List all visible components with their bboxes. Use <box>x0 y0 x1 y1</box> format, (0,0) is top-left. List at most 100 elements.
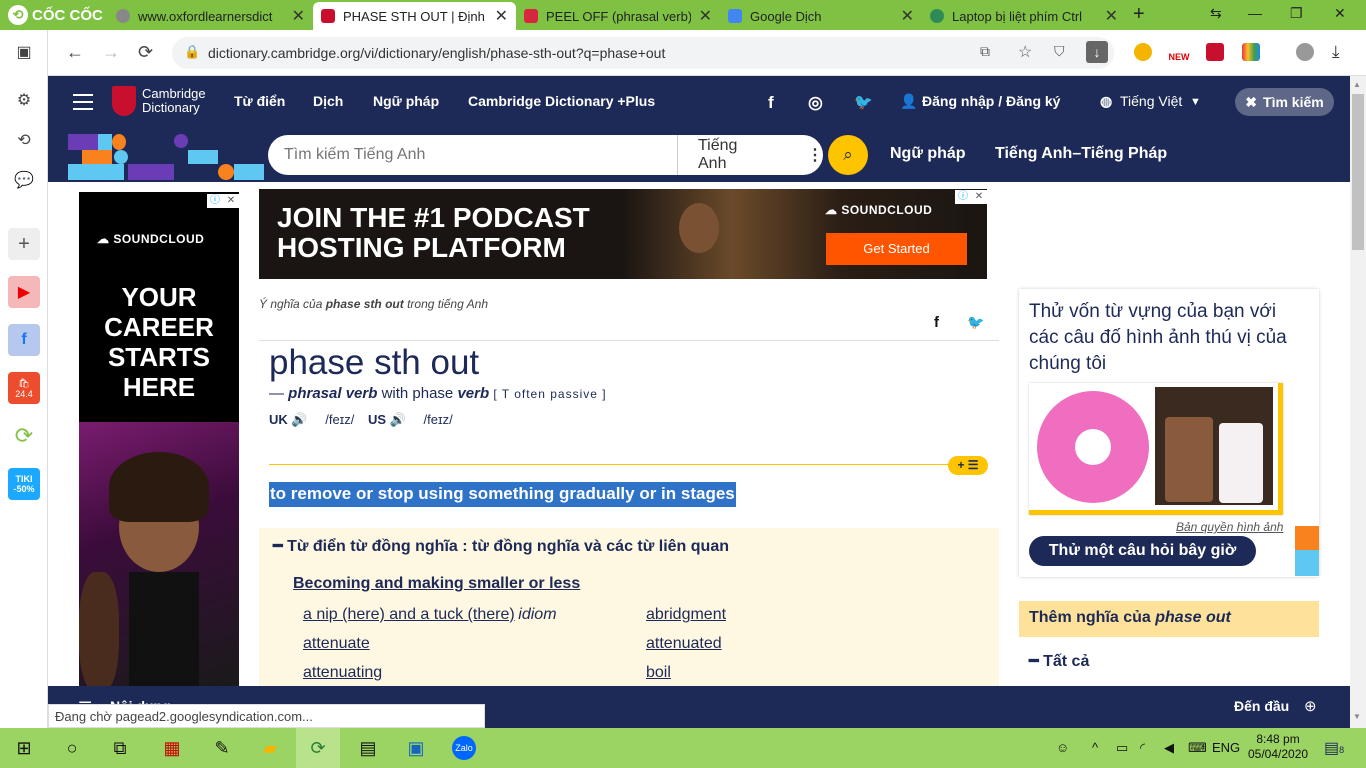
tab-search-icon[interactable]: ⇆ <box>1210 5 1222 22</box>
tiki-icon[interactable]: TIKI -50% <box>8 468 40 500</box>
language-selector[interactable]: Tiếng Việt <box>1120 93 1182 109</box>
search-circle-icon[interactable]: ○ <box>60 736 84 760</box>
app2-icon[interactable]: ▣ <box>404 736 428 760</box>
share-facebook-icon[interactable]: f <box>934 314 939 331</box>
tab-google-translate[interactable]: Google Dịch ✕ <box>720 2 922 30</box>
image-credit-link[interactable]: Bản quyền hình ảnh <box>1176 520 1283 534</box>
task-view-icon[interactable]: ⧉ <box>108 736 132 760</box>
notification-icon[interactable]: ▤8 <box>1324 738 1344 758</box>
thesaurus-link[interactable]: attenuating <box>303 664 382 682</box>
cambridge-logo[interactable]: Cambridge Dictionary <box>112 86 206 116</box>
dictionary-select[interactable]: Tiếng Anh ⋮ <box>677 135 823 175</box>
paint-icon[interactable]: ✎ <box>210 736 234 760</box>
ad-info-icon[interactable]: ⓘ <box>207 194 223 208</box>
ad-info-icon[interactable]: ⓘ <box>955 190 971 204</box>
coccoc-leaf-icon[interactable]: ⟳ <box>8 420 40 452</box>
thesaurus-subheading-link[interactable]: Becoming and making smaller or less <box>293 575 580 593</box>
add-icon[interactable]: + <box>8 228 40 260</box>
thesaurus-link[interactable]: attenuated <box>646 635 722 653</box>
uk-audio-icon[interactable]: 🔊 <box>291 412 307 427</box>
coccoc-menu-button[interactable]: ⟲ CỐC CỐC <box>8 5 103 25</box>
scroll-thumb[interactable] <box>1352 94 1364 250</box>
nav-plus[interactable]: Cambridge Dictionary +Plus <box>468 93 655 109</box>
scroll-down-icon[interactable]: ▼ <box>1353 712 1361 721</box>
forward-icon[interactable]: → <box>102 42 120 63</box>
back-to-top-link[interactable]: Đến đầu <box>1234 698 1289 714</box>
english-french-link[interactable]: Tiếng Anh–Tiếng Pháp <box>995 145 1167 163</box>
arrow-up-circle-icon[interactable]: ⊕ <box>1304 697 1317 715</box>
tab-oxford[interactable]: www.oxfordlearnersdict ✕ <box>108 2 313 30</box>
wifi-icon[interactable]: ◜ <box>1140 740 1145 756</box>
search-toggle-button[interactable]: ✖ Tìm kiếm <box>1235 88 1334 116</box>
history-icon[interactable]: ⟲ <box>8 124 40 156</box>
try-quiz-button[interactable]: Thử một câu hỏi bây giờ <box>1029 536 1256 566</box>
translate-page-icon[interactable]: ⧉ <box>980 43 990 60</box>
thesaurus-link[interactable]: abridgment <box>646 606 726 624</box>
color-extension-icon[interactable] <box>1242 43 1260 61</box>
shopee-icon[interactable]: 🛍 24.4 <box>8 372 40 404</box>
bookmark-star-icon[interactable]: ☆ <box>1018 42 1032 62</box>
all-meanings-toggle[interactable]: ━ Tất cả <box>1029 651 1089 671</box>
tab-cambridge[interactable]: PHASE STH OUT | Định ✕ <box>313 2 516 30</box>
messenger-icon[interactable]: 💬 <box>8 164 40 196</box>
close-tab-icon[interactable]: ✕ <box>901 6 914 26</box>
close-tab-icon[interactable]: ✕ <box>495 6 508 26</box>
ad-cta-button[interactable]: Get Started <box>826 233 967 265</box>
grammar-link[interactable]: Ngữ pháp <box>890 145 966 163</box>
new-tab-icon[interactable]: + <box>1133 3 1145 26</box>
instagram-icon[interactable]: ◎ <box>808 93 823 113</box>
thesaurus-link[interactable]: attenuate <box>303 635 370 653</box>
sidebar-toggle-icon[interactable]: ▣ <box>8 36 40 68</box>
close-tab-icon[interactable]: ✕ <box>292 6 305 26</box>
maximize-icon[interactable]: ❐ <box>1290 5 1303 22</box>
url-bar[interactable]: 🔒 dictionary.cambridge.org/vi/dictionary… <box>172 37 1114 69</box>
page-scrollbar[interactable]: ▲ ▼ <box>1350 76 1366 728</box>
download-page-icon[interactable]: ↓ <box>1086 41 1108 63</box>
ad-close-icon[interactable]: ✕ <box>223 194 239 208</box>
twitter-icon[interactable]: 🐦 <box>854 93 873 111</box>
top-advertisement[interactable]: JOIN THE #1 PODCAST HOSTING PLATFORM ☁ SO… <box>259 189 987 279</box>
tray-chevron-up-icon[interactable]: ^ <box>1092 740 1098 755</box>
thesaurus-link[interactable]: a nip (here) and a tuck (there) <box>303 606 515 623</box>
search-submit-button[interactable]: ⌕ <box>828 135 868 175</box>
close-window-icon[interactable]: ✕ <box>1334 5 1346 22</box>
nav-translate[interactable]: Dịch <box>313 93 343 109</box>
login-link[interactable]: Đăng nhập / Đăng ký <box>922 93 1060 109</box>
coccoc-taskbar-icon[interactable]: ⟳ <box>296 728 340 768</box>
clock[interactable]: 8:48 pm 05/04/2020 <box>1248 732 1308 762</box>
windows-start-icon[interactable]: ⊞ <box>12 736 36 760</box>
nav-dictionary[interactable]: Từ điển <box>234 93 285 109</box>
quiz-image[interactable] <box>1029 383 1283 515</box>
add-to-list-button[interactable]: + ☰ <box>948 456 988 475</box>
hamburger-menu-icon[interactable] <box>73 94 93 115</box>
new-extension-icon[interactable]: NEW <box>1166 40 1192 64</box>
language-indicator[interactable]: ENG <box>1212 740 1240 755</box>
thesaurus-heading[interactable]: ━ Từ điển từ đồng nghĩa : từ đồng nghĩa … <box>273 536 729 556</box>
notes-icon[interactable]: ▤ <box>356 736 380 760</box>
file-explorer-icon[interactable]: ▰ <box>258 736 282 760</box>
share-twitter-icon[interactable]: 🐦 <box>967 314 984 331</box>
zalo-icon[interactable]: Zalo <box>452 736 476 760</box>
downloads-icon[interactable]: ⤓ <box>1332 42 1340 62</box>
us-audio-icon[interactable]: 🔊 <box>390 412 406 427</box>
people-icon[interactable]: ☺ <box>1056 740 1069 755</box>
minimize-icon[interactable]: — <box>1248 5 1262 21</box>
chrome-extension-icon[interactable] <box>1134 43 1152 61</box>
volume-icon[interactable]: ◀ <box>1164 740 1174 756</box>
reload-icon[interactable]: ⟳ <box>138 42 153 63</box>
shield-icon[interactable]: ⛉ <box>1054 43 1065 60</box>
close-tab-icon[interactable]: ✕ <box>1105 6 1118 26</box>
tab-laptop[interactable]: Laptop bị liệt phím Ctrl ✕ <box>922 2 1126 30</box>
facebook-icon[interactable]: f <box>768 93 774 113</box>
youtube-icon[interactable]: ▶ <box>8 276 40 308</box>
ad-close-icon[interactable]: ✕ <box>971 190 987 204</box>
keyboard-icon[interactable]: ⌨ <box>1188 740 1207 756</box>
tab-peel-off[interactable]: PEEL OFF (phrasal verb) ✕ <box>516 2 720 30</box>
nav-grammar[interactable]: Ngữ pháp <box>373 93 439 109</box>
scroll-up-icon[interactable]: ▲ <box>1353 80 1361 89</box>
facebook-icon[interactable]: f <box>8 324 40 356</box>
app-icon[interactable]: ▦ <box>160 736 184 760</box>
battery-icon[interactable]: ▭ <box>1116 740 1128 756</box>
close-tab-icon[interactable]: ✕ <box>699 6 712 26</box>
back-icon[interactable]: ← <box>66 42 84 63</box>
